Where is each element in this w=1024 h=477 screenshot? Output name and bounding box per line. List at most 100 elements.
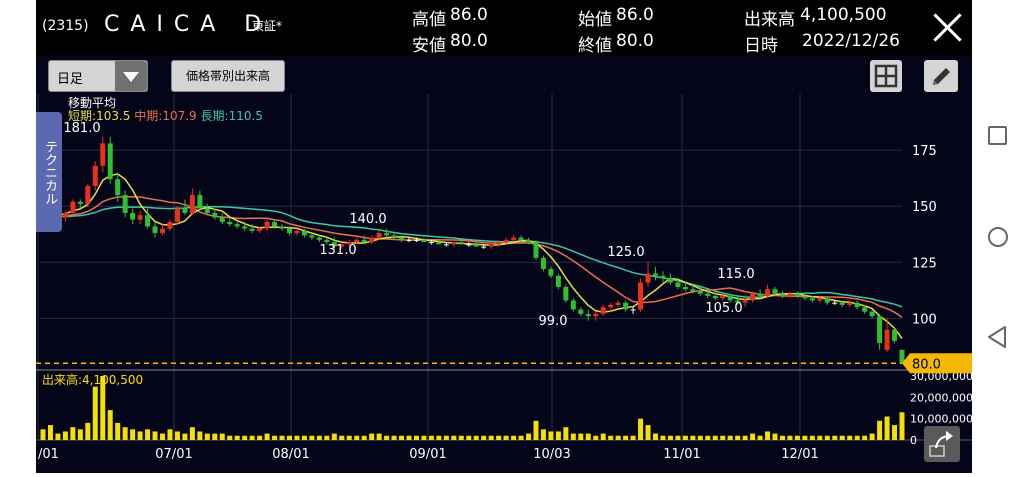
period-select[interactable]: 日足 — [48, 60, 148, 92]
volume-bar — [548, 431, 554, 440]
price-annotation: 99.0 — [539, 314, 568, 329]
price-chart[interactable]: /01 07/01 08/01 09/01 10/03 11/01 12/01 100 125 1… — [36, 94, 972, 473]
volume-bar — [384, 435, 390, 440]
candle-body — [130, 212, 136, 220]
price-axis-tick-label: 125 — [912, 256, 937, 271]
candle-body — [817, 298, 823, 301]
candle-body — [212, 212, 218, 218]
volume-bar — [473, 435, 479, 440]
chevron-down-icon — [115, 61, 147, 91]
candle-body — [428, 242, 434, 244]
price-annotation: 115.0 — [717, 267, 754, 282]
volume-bar — [884, 416, 890, 440]
volume-bar — [675, 435, 681, 440]
technical-tab[interactable]: テクニカル — [36, 112, 62, 232]
volume-bar — [219, 433, 225, 440]
candle-body — [167, 221, 173, 229]
volume-bar — [301, 435, 307, 440]
candle-body — [809, 298, 815, 301]
candle-body — [286, 228, 292, 234]
ma-mid-label: 中期 — [134, 109, 159, 123]
recent-apps-icon — [988, 126, 1007, 145]
candle-body — [92, 165, 98, 186]
volume-bar — [779, 435, 785, 440]
candle-body — [137, 215, 143, 220]
price-annotation: 125.0 — [607, 245, 644, 260]
volume-bar — [294, 435, 300, 440]
x-axis-tick-label: 09/01 — [409, 447, 446, 462]
candle-body — [443, 244, 449, 246]
volume-bar — [809, 435, 815, 440]
quote-header: (2315) CAICA D 東証* 高値 86.0 安値 80.0 始値 86… — [36, 0, 972, 56]
volume-bar — [331, 433, 337, 440]
chart-toolbar: 日足 価格帯別出来高 — [36, 56, 972, 94]
candle-body — [257, 228, 263, 231]
close-label: 終値 — [578, 36, 612, 56]
candle-body — [197, 194, 203, 209]
candle-body — [892, 329, 898, 341]
scroll-latest-button[interactable] — [924, 426, 960, 462]
candle-body — [234, 224, 240, 227]
date-label: 日時 — [744, 36, 778, 56]
layout-grid-button[interactable] — [870, 60, 902, 92]
edit-button[interactable] — [924, 60, 958, 92]
volume-bar — [309, 435, 315, 440]
x-axis-tick-label: 12/01 — [781, 447, 818, 462]
candle-body — [107, 143, 113, 180]
candle-body — [608, 304, 614, 308]
price-annotation: 131.0 — [319, 243, 356, 258]
candle-body — [279, 226, 285, 229]
volume-by-price-button[interactable]: 価格帯別出来高 — [171, 60, 285, 92]
volume-bar — [615, 435, 621, 440]
volume-bar — [824, 435, 830, 440]
candle-body — [794, 293, 800, 296]
period-value: 日足 — [57, 72, 84, 87]
candle-body — [697, 291, 703, 294]
volume-bar — [197, 431, 203, 440]
volume-bar — [563, 427, 569, 440]
candle-body — [593, 313, 599, 317]
volume-bar — [854, 435, 860, 440]
volume-bar — [443, 435, 449, 440]
candle-body — [540, 257, 546, 270]
volume-bar — [122, 427, 128, 440]
candle-body — [712, 295, 718, 299]
volume-bar — [369, 433, 375, 440]
candle-body — [862, 307, 868, 312]
price-axis-tick-label: 100 — [912, 312, 937, 327]
ma-short-label: 短期 — [68, 109, 93, 123]
volume-bar — [667, 435, 673, 440]
candle-body — [369, 237, 375, 243]
candle-body — [391, 235, 397, 238]
volume-bar — [40, 429, 46, 440]
volume-bar — [511, 435, 517, 440]
volume-bar — [496, 435, 502, 440]
volume-bar — [264, 433, 270, 440]
volume-bar — [593, 435, 599, 440]
volume-bar — [55, 433, 61, 440]
volume-bar — [451, 435, 457, 440]
candle-body — [630, 309, 636, 311]
candle-body — [436, 242, 442, 245]
candle-body — [742, 300, 748, 303]
candle-body — [488, 244, 494, 247]
candle-body — [421, 239, 427, 243]
volume-bar — [174, 431, 180, 440]
candle-body — [458, 242, 464, 245]
volume-bar — [279, 435, 285, 440]
candle-body — [615, 302, 621, 305]
candle-body — [242, 226, 248, 229]
volume-bar — [600, 433, 606, 440]
candle-body — [555, 275, 561, 287]
volume-bar — [817, 435, 823, 440]
close-button[interactable] — [930, 10, 964, 44]
volume-bar — [697, 435, 703, 440]
volume-bar — [630, 435, 636, 440]
volume-bar — [324, 435, 330, 440]
volume-bar — [682, 435, 688, 440]
volume-bar — [85, 422, 91, 440]
candle-body — [854, 302, 860, 308]
volume-bar — [518, 435, 524, 440]
volume-axis-tick-label: 10,000,000 — [910, 413, 972, 426]
volume-bar — [488, 435, 494, 440]
